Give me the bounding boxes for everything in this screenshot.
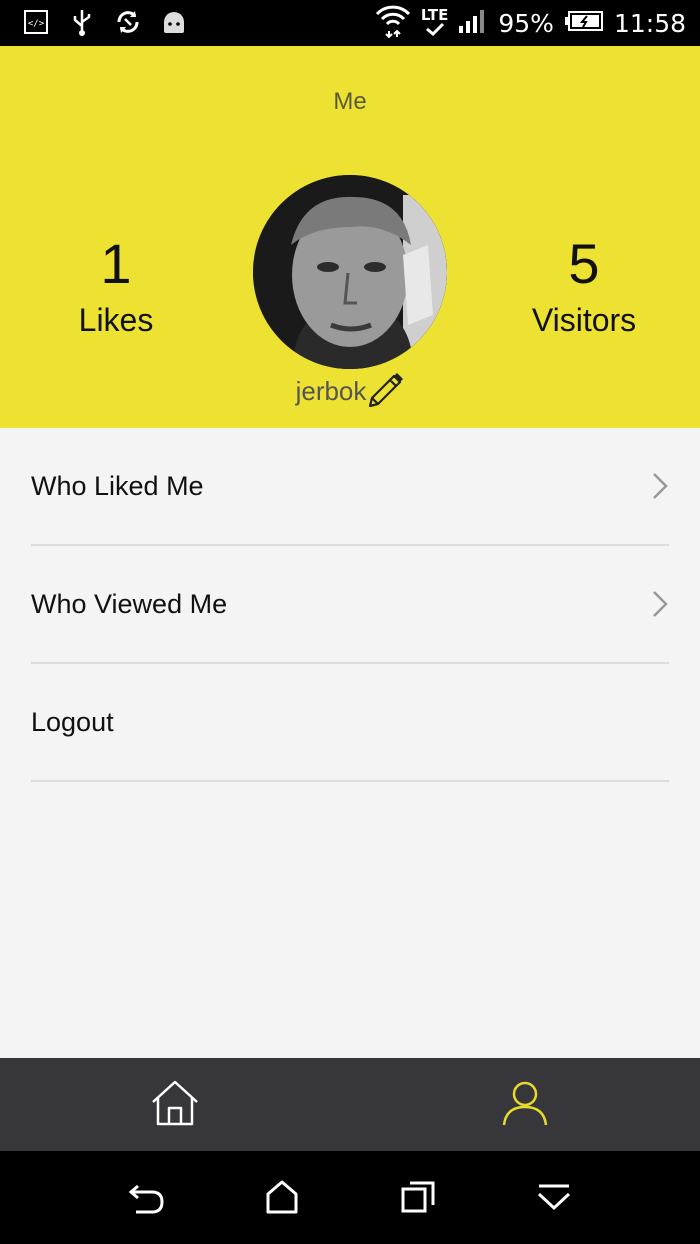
- chevron-right-icon: [651, 590, 669, 618]
- android-icon: [160, 8, 188, 36]
- username: jerbok: [295, 375, 367, 406]
- likes-count: 1: [100, 232, 132, 295]
- svg-text:</>: </>: [28, 19, 45, 29]
- clock: 11:58: [613, 8, 686, 38]
- avatar[interactable]: [253, 175, 447, 369]
- menu-item-who-liked-me[interactable]: Who Liked Me: [31, 428, 669, 546]
- nav-profile-button[interactable]: [500, 1080, 550, 1130]
- usb-icon: [68, 8, 96, 36]
- system-nav-bar: [0, 1151, 700, 1244]
- battery-icon: [564, 10, 604, 37]
- profile-icon: [501, 1079, 549, 1132]
- profile-menu: Who Liked Me Who Viewed Me Logout: [0, 428, 700, 782]
- menu-item-label: Who Liked Me: [31, 470, 204, 501]
- collapse-icon: [536, 1182, 572, 1217]
- developer-icon: </>: [22, 8, 50, 36]
- menu-item-logout[interactable]: Logout: [31, 664, 669, 782]
- likes-stat[interactable]: 1 Likes: [0, 236, 236, 339]
- chevron-right-icon: [651, 472, 669, 500]
- home-icon: [150, 1080, 200, 1131]
- username-row: jerbok: [0, 372, 700, 410]
- nav-home-button[interactable]: [150, 1080, 200, 1130]
- menu-item-who-viewed-me[interactable]: Who Viewed Me: [31, 546, 669, 664]
- system-home-button[interactable]: [262, 1179, 302, 1219]
- menu-item-label: Who Viewed Me: [31, 588, 228, 619]
- home-icon: [265, 1180, 299, 1219]
- likes-label: Likes: [78, 302, 154, 338]
- bottom-nav: [0, 1058, 700, 1151]
- recents-icon: [400, 1180, 436, 1219]
- signal-icon: [458, 8, 488, 39]
- back-button[interactable]: [126, 1179, 166, 1219]
- page-title: Me: [333, 88, 367, 115]
- profile-header: Me 1 Likes 5 Visitors jerbok: [0, 46, 700, 428]
- lte-indicator: LTE: [421, 8, 448, 38]
- collapse-button[interactable]: [534, 1179, 574, 1219]
- wifi-icon: [375, 4, 411, 43]
- back-icon: [126, 1180, 166, 1219]
- edit-pencil-icon[interactable]: [366, 372, 404, 410]
- recents-button[interactable]: [398, 1179, 438, 1219]
- status-bar: </> LTE 95% 11:58: [0, 0, 700, 46]
- visitors-label: Visitors: [531, 302, 637, 338]
- menu-item-label: Logout: [31, 706, 114, 737]
- visitors-count: 5: [568, 232, 600, 295]
- visitors-stat[interactable]: 5 Visitors: [464, 236, 700, 339]
- battery-percent: 95%: [498, 8, 554, 38]
- sync-icon: [114, 8, 142, 36]
